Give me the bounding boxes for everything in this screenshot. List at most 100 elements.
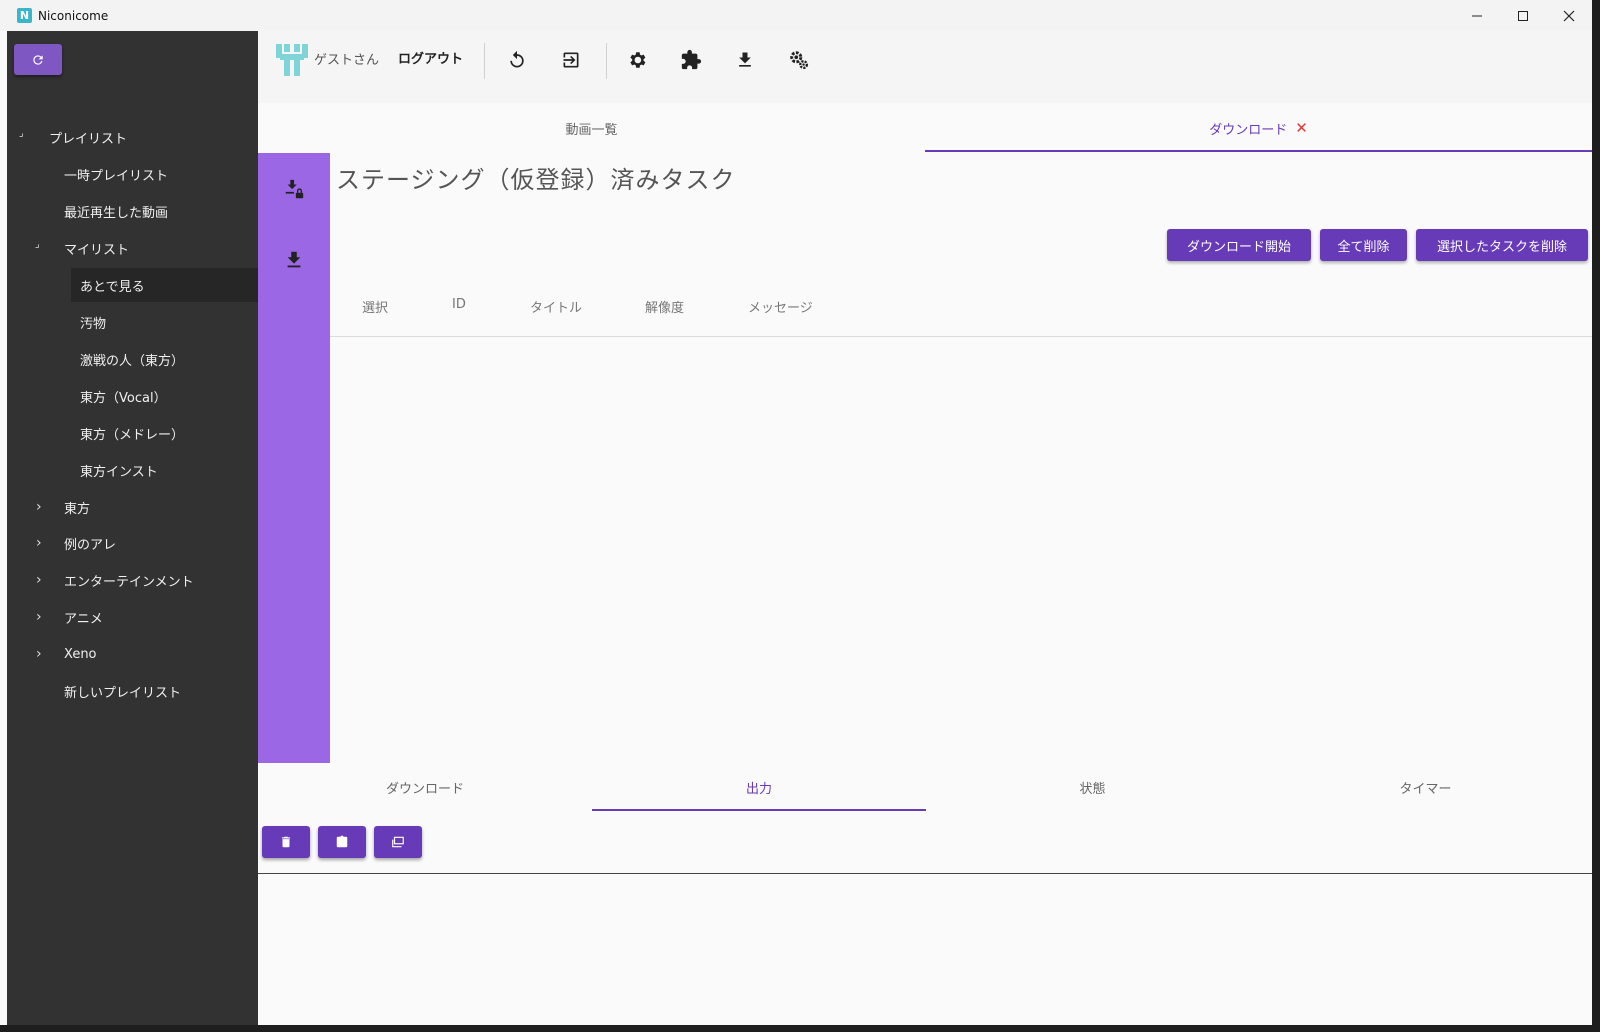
sidebar-item-label: 東方インスト	[80, 464, 158, 480]
close-tab-icon[interactable]: ✕	[1295, 119, 1308, 137]
output-divider	[258, 873, 1592, 874]
toolbar-divider	[606, 43, 607, 79]
tab-bottom-output[interactable]: 出力	[592, 763, 926, 811]
copy-output-button[interactable]	[318, 826, 366, 858]
chevron-right-icon[interactable]: ›	[36, 499, 42, 515]
download-button[interactable]	[731, 46, 759, 74]
minimize-icon	[1472, 15, 1482, 16]
extension-icon	[681, 49, 702, 70]
user-avatar-logo	[274, 42, 310, 78]
sidebar-item-reinoare[interactable]: › 例のアレ	[7, 526, 258, 560]
chevron-right-icon[interactable]: ›	[36, 572, 42, 588]
window-controls	[1454, 0, 1592, 31]
sidebar-item-label: 新しいプレイリスト	[64, 685, 182, 701]
import-button[interactable]	[557, 46, 585, 74]
refresh-icon	[33, 54, 43, 65]
chevron-right-icon[interactable]: ›	[36, 646, 42, 662]
app-window: N Niconicome ⌟ プレイリスト 一時プレイリスト 最近再生した動画	[0, 0, 1592, 1025]
download-icon	[739, 52, 751, 67]
toolbar-divider	[484, 43, 485, 79]
settings-icon	[630, 52, 646, 68]
expand-arrow-icon[interactable]: ⌟	[19, 128, 24, 139]
tab-download-label: ダウンロード	[1209, 122, 1288, 138]
delete-selected-button[interactable]: 選択したタスクを削除	[1416, 229, 1588, 261]
column-header-id[interactable]: ID	[452, 297, 466, 312]
close-window-button[interactable]	[1546, 0, 1592, 31]
logout-button[interactable]: ログアウト	[398, 48, 463, 67]
sidebar-item-xeno[interactable]: › Xeno	[7, 637, 258, 671]
tab-download[interactable]: ダウンロード ✕	[925, 103, 1592, 153]
sidebar-item-playlist[interactable]: ⌟ プレイリスト	[7, 120, 258, 154]
sidebar-item-recent[interactable]: 最近再生した動画	[7, 194, 258, 228]
tab-video-list[interactable]: 動画一覧	[258, 103, 925, 153]
sidebar-item-label: 激戦の人（東方）	[80, 353, 185, 369]
column-header-message[interactable]: メッセージ	[748, 297, 813, 316]
sidebar-item-new-playlist[interactable]: 新しいプレイリスト	[7, 674, 258, 708]
maximize-icon	[1518, 10, 1528, 21]
open-output-window-button[interactable]	[374, 826, 422, 858]
sidebar-item-gekisen[interactable]: 激戦の人（東方）	[7, 342, 258, 376]
staging-nav-button[interactable]	[282, 178, 306, 202]
download-lock-icon	[285, 179, 304, 199]
sidebar-item-label: 汚物	[80, 316, 107, 332]
sidebar-item-label: エンターテインメント	[64, 574, 194, 590]
sidebar-item-label: プレイリスト	[49, 131, 128, 147]
sidebar-item-touhou-vocal[interactable]: 東方（Vocal）	[7, 379, 258, 413]
expand-arrow-icon[interactable]: ⌟	[35, 239, 40, 250]
column-header-resolution[interactable]: 解像度	[645, 297, 684, 316]
close-icon	[1563, 10, 1575, 21]
login-icon	[563, 52, 579, 68]
download-nav-button[interactable]	[282, 248, 306, 272]
window-title: Niconicome	[38, 8, 109, 23]
sidebar-item-entertainment[interactable]: › エンターテインメント	[7, 563, 258, 597]
clear-output-button[interactable]	[262, 826, 310, 858]
sidebar-item-label: 東方	[64, 501, 91, 517]
trash-icon	[281, 836, 291, 848]
column-header-select[interactable]: 選択	[362, 297, 388, 316]
column-header-title[interactable]: タイトル	[530, 297, 582, 316]
sidebar-item-temporary-playlist[interactable]: 一時プレイリスト	[7, 157, 258, 191]
top-toolbar: ゲストさん ログアウト	[258, 31, 1592, 103]
table-header-divider	[330, 336, 1592, 337]
extension-button[interactable]	[677, 46, 705, 74]
guest-label: ゲストさん	[314, 53, 380, 68]
sidebar-item-touhou[interactable]: › 東方	[7, 490, 258, 524]
active-tab-indicator	[925, 150, 1592, 152]
clipboard-icon	[336, 835, 348, 848]
sidebar-item-label: あとで見る	[80, 279, 145, 295]
tab-bottom-download[interactable]: ダウンロード	[258, 763, 592, 811]
app-logo-icon: N	[17, 8, 32, 23]
delete-all-button[interactable]: 全て削除	[1320, 229, 1407, 261]
tab-bottom-status[interactable]: 状態	[926, 763, 1259, 811]
maximize-button[interactable]	[1500, 0, 1546, 31]
advanced-settings-button[interactable]	[785, 46, 813, 74]
sidebar-item-label: 最近再生した動画	[64, 205, 169, 221]
sidebar-item-label: アニメ	[64, 611, 103, 627]
settings-button[interactable]	[623, 46, 651, 74]
sidebar-item-label: Xeno	[64, 646, 97, 662]
sidebar-item-touhou-inst[interactable]: 東方インスト	[7, 453, 258, 487]
chevron-right-icon[interactable]: ›	[36, 535, 42, 551]
sidebar-item-label: 東方（Vocal）	[80, 390, 167, 406]
sidebar-item-label: 例のアレ	[64, 537, 117, 553]
sidebar-item-anime[interactable]: › アニメ	[7, 600, 258, 634]
settings-multiple-icon	[790, 51, 809, 70]
window-icon	[392, 836, 404, 848]
undo-icon	[510, 50, 524, 68]
download-icon	[287, 251, 301, 268]
start-download-button[interactable]: ダウンロード開始	[1167, 229, 1311, 261]
sidebar-item-mylist[interactable]: ⌟ マイリスト	[7, 231, 258, 265]
tab-bottom-timer[interactable]: タイマー	[1259, 763, 1592, 811]
bottom-active-tab-indicator	[592, 809, 926, 811]
minimize-button[interactable]	[1454, 0, 1500, 31]
undo-button[interactable]	[503, 46, 531, 74]
download-side-nav	[258, 153, 330, 763]
sidebar-item-obutsu[interactable]: 汚物	[7, 305, 258, 339]
playlist-sidebar: ⌟ プレイリスト 一時プレイリスト 最近再生した動画 ⌟ マイリスト あとで見る…	[7, 31, 258, 1025]
chevron-right-icon[interactable]: ›	[36, 609, 42, 625]
refresh-playlist-button[interactable]	[14, 44, 62, 75]
sidebar-item-touhou-medley[interactable]: 東方（メドレー）	[7, 416, 258, 450]
sidebar-item-label: マイリスト	[64, 242, 130, 258]
sidebar-item-watch-later[interactable]: あとで見る	[71, 268, 258, 302]
sidebar-item-label: 東方（メドレー）	[80, 427, 185, 443]
